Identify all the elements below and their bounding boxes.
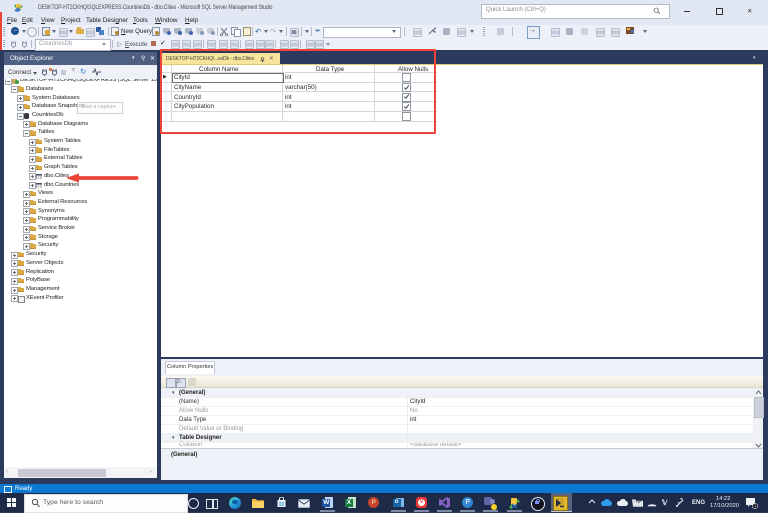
svg-text:1: 1 <box>754 504 756 508</box>
